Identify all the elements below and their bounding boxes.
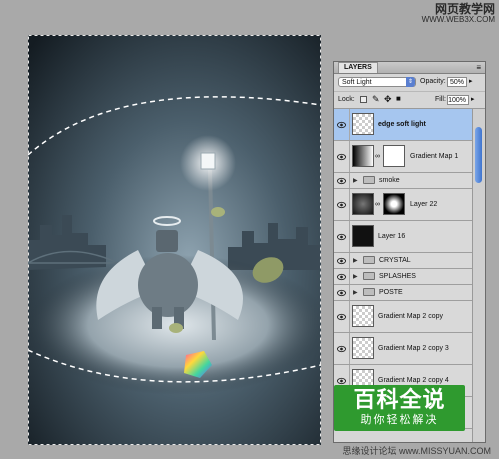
- watermark-top: 网页教学网 WWW.WEB3X.COM: [422, 3, 495, 24]
- row-divider: [349, 221, 350, 252]
- layer-group-smoke[interactable]: ▶ smoke: [334, 173, 472, 189]
- visibility-eye-icon[interactable]: [337, 313, 346, 321]
- opacity-label: Opacity:: [420, 78, 446, 85]
- layer-row-gradient-map-1[interactable]: ∞ Gradient Map 1: [334, 141, 472, 173]
- link-chain-icon[interactable]: ∞: [375, 200, 380, 210]
- layer-row-layer-16[interactable]: Layer 16: [334, 221, 472, 253]
- tab-layers[interactable]: LAYERS: [338, 62, 378, 73]
- layer-row-gradient-map-2-copy-3[interactable]: Gradient Map 2 copy 3: [334, 333, 472, 365]
- layer-name: Layer 16: [378, 232, 406, 240]
- lock-fill-row: Lock: ✎ ✥ ■ Fill: 100% ▸: [334, 92, 485, 109]
- lock-all-icon[interactable]: ■: [396, 94, 401, 104]
- layer-mask-thumbnail[interactable]: [383, 193, 405, 215]
- visibility-eye-icon[interactable]: [337, 121, 346, 129]
- layers-scrollbar[interactable]: [472, 109, 485, 442]
- link-chain-icon[interactable]: ∞: [375, 152, 380, 162]
- fill-dropdown-icon[interactable]: ▸: [471, 95, 475, 105]
- lock-transparency-icon[interactable]: [360, 96, 367, 103]
- layer-group-crystal[interactable]: ▶ CRYSTAL: [334, 253, 472, 269]
- layer-row-edge-soft-light[interactable]: edge soft light: [334, 109, 472, 141]
- lock-image-icon[interactable]: ✎: [372, 94, 380, 104]
- lock-position-icon[interactable]: ✥: [384, 94, 392, 104]
- expand-triangle-icon[interactable]: ▶: [353, 257, 358, 264]
- layer-row-gradient-map-2-copy[interactable]: Gradient Map 2 copy: [334, 301, 472, 333]
- layer-group-poste[interactable]: ▶ POSTE: [334, 285, 472, 301]
- layer-mask-thumbnail[interactable]: [383, 145, 405, 167]
- layers-list: edge soft light ∞ Gradient Map 1 ▶ smoke…: [334, 109, 472, 429]
- visibility-eye-icon[interactable]: [337, 345, 346, 353]
- blend-mode-value: Soft Light: [342, 79, 372, 86]
- layer-name: Gradient Map 2 copy: [378, 312, 443, 320]
- updown-arrows-icon: ⇕: [406, 77, 415, 87]
- watermark-site-name: 网页教学网: [434, 2, 495, 16]
- row-divider: [349, 269, 350, 284]
- layer-name: SPLASHES: [379, 272, 416, 280]
- layer-thumbnail: [352, 225, 374, 247]
- visibility-eye-icon[interactable]: [337, 201, 346, 209]
- folder-icon: [363, 288, 375, 296]
- layer-name: smoke: [379, 176, 400, 184]
- row-divider: [349, 189, 350, 220]
- blend-mode-select[interactable]: Soft Light ⇕: [338, 77, 416, 87]
- document-canvas[interactable]: [28, 35, 321, 445]
- layer-row-layer-22[interactable]: ∞ Layer 22: [334, 189, 472, 221]
- layer-name: CRYSTAL: [379, 256, 411, 264]
- layer-name: Gradient Map 2 copy 4: [378, 376, 449, 384]
- opacity-input[interactable]: 50%: [447, 77, 467, 87]
- lock-label: Lock:: [338, 96, 355, 103]
- layer-name: edge soft light: [378, 120, 426, 128]
- badge-subtitle: 助你轻松解决: [360, 414, 439, 426]
- blend-opacity-row: Soft Light ⇕ Opacity: 50% ▸: [334, 74, 485, 92]
- row-divider: [349, 333, 350, 364]
- layer-thumbnail: [352, 305, 374, 327]
- watermark-badge: 百科全说 助你轻松解决: [334, 385, 465, 431]
- opacity-dropdown-icon[interactable]: ▸: [469, 77, 473, 87]
- gradient-map-thumbnail: [352, 145, 374, 167]
- layer-name: Gradient Map 2 copy 3: [378, 344, 449, 352]
- artwork-image: [28, 35, 321, 445]
- badge-title: 百科全说: [353, 387, 446, 412]
- layer-thumbnail: [352, 113, 374, 135]
- layers-panel-header: LAYERS ≡: [334, 62, 485, 74]
- visibility-eye-icon[interactable]: [337, 177, 346, 185]
- row-divider: [349, 173, 350, 188]
- watermark-site-url: WWW.WEB3X.COM: [421, 14, 495, 24]
- folder-icon: [363, 176, 375, 184]
- expand-triangle-icon[interactable]: ▶: [353, 289, 358, 296]
- visibility-eye-icon[interactable]: [337, 233, 346, 241]
- watermark-bottom: 思缘设计论坛 www.MISSYUAN.COM: [342, 446, 491, 456]
- layer-name: Gradient Map 1: [410, 152, 459, 160]
- visibility-eye-icon[interactable]: [337, 289, 346, 297]
- row-divider: [349, 253, 350, 268]
- layer-name: POSTE: [379, 288, 403, 296]
- visibility-eye-icon[interactable]: [337, 153, 346, 161]
- panel-menu-icon[interactable]: ≡: [476, 62, 481, 73]
- folder-icon: [363, 272, 375, 280]
- visibility-eye-icon[interactable]: [337, 273, 346, 281]
- row-divider: [349, 285, 350, 300]
- visibility-eye-icon[interactable]: [337, 257, 346, 265]
- layer-thumbnail: [352, 193, 374, 215]
- layer-name: Layer 22: [410, 200, 438, 208]
- scrollbar-thumb[interactable]: [475, 127, 482, 183]
- fill-label: Fill:: [435, 96, 446, 103]
- row-divider: [349, 109, 350, 140]
- expand-triangle-icon[interactable]: ▶: [353, 177, 358, 184]
- row-divider: [349, 141, 350, 172]
- layer-group-splashes[interactable]: ▶ SPLASHES: [334, 269, 472, 285]
- fill-input[interactable]: 100%: [447, 95, 469, 105]
- expand-triangle-icon[interactable]: ▶: [353, 273, 358, 280]
- visibility-eye-icon[interactable]: [337, 377, 346, 385]
- layer-thumbnail: [352, 337, 374, 359]
- folder-icon: [363, 256, 375, 264]
- row-divider: [349, 301, 350, 332]
